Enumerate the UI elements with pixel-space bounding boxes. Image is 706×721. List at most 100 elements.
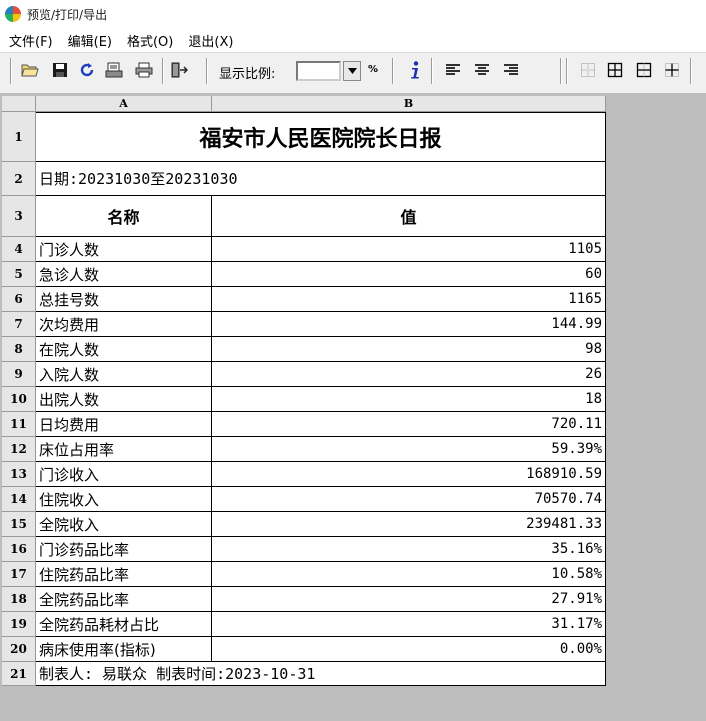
align-center-icon (475, 64, 489, 75)
toolbar-separator (392, 58, 394, 84)
report-title: 福安市人民医院院长日报 (36, 112, 606, 162)
exit-door-icon (171, 62, 188, 78)
zoom-input[interactable] (296, 61, 341, 81)
refresh-icon (80, 63, 94, 77)
row-header[interactable]: 9 (2, 362, 36, 387)
row-name-cell: 床位占用率 (36, 437, 212, 462)
row-name-cell: 门诊药品比率 (36, 537, 212, 562)
align-right-icon (504, 64, 518, 75)
row-header[interactable]: 18 (2, 587, 36, 612)
preview-workspace: A B 1 福安市人民医院院长日报 2 日期:20231030至20231030… (0, 94, 706, 721)
row-header[interactable]: 10 (2, 387, 36, 412)
save-icon (53, 63, 67, 77)
menu-format[interactable]: 格式(O) (122, 31, 178, 50)
row-value-cell: 10.58% (212, 562, 606, 587)
row-header[interactable]: 7 (2, 312, 36, 337)
refresh-button[interactable] (77, 60, 97, 80)
column-header-a[interactable]: A (36, 96, 212, 112)
row-name-cell: 门诊人数 (36, 237, 212, 262)
row-name-cell: 全院收入 (36, 512, 212, 537)
open-folder-icon (21, 64, 39, 77)
window-title: 预览/打印/导出 (27, 7, 108, 22)
row-name-cell: 入院人数 (36, 362, 212, 387)
row-value-cell: 1165 (212, 287, 606, 312)
row-header[interactable]: 1 (2, 112, 36, 162)
row-name-cell: 出院人数 (36, 387, 212, 412)
row-value-cell: 1105 (212, 237, 606, 262)
row-value-cell: 26 (212, 362, 606, 387)
outer-border-button[interactable] (634, 60, 654, 80)
chevron-down-icon (347, 68, 357, 74)
row-value-cell: 35.16% (212, 537, 606, 562)
row-name-cell: 日均费用 (36, 412, 212, 437)
row-header[interactable]: 15 (2, 512, 36, 537)
zoom-unit: % (368, 64, 379, 75)
app-icon (5, 6, 21, 22)
row-header[interactable]: 20 (2, 637, 36, 662)
row-value-cell: 0.00% (212, 637, 606, 662)
align-center-button[interactable] (472, 60, 492, 80)
row-name-cell: 住院药品比率 (36, 562, 212, 587)
row-header[interactable]: 2 (2, 162, 36, 196)
row-header[interactable]: 19 (2, 612, 36, 637)
row-name-cell: 全院药品耗材占比 (36, 612, 212, 637)
info-icon (411, 61, 419, 79)
row-header[interactable]: 5 (2, 262, 36, 287)
row-name-cell: 总挂号数 (36, 287, 212, 312)
info-button[interactable] (405, 60, 425, 80)
row-header[interactable]: 16 (2, 537, 36, 562)
row-header[interactable]: 17 (2, 562, 36, 587)
row-name-cell: 门诊收入 (36, 462, 212, 487)
row-value-cell: 18 (212, 387, 606, 412)
toolbar-separator (431, 58, 433, 84)
title-bar: 预览/打印/导出 (0, 0, 706, 28)
row-value-cell: 27.91% (212, 587, 606, 612)
header-name: 名称 (36, 196, 212, 237)
save-button[interactable] (50, 60, 70, 80)
print-button[interactable] (134, 60, 154, 80)
toolbar-separator (690, 58, 692, 84)
all-borders-button[interactable] (605, 60, 625, 80)
row-header[interactable]: 11 (2, 412, 36, 437)
row-header[interactable]: 21 (2, 662, 36, 686)
toolbar-separator (10, 58, 12, 84)
row-value-cell: 98 (212, 337, 606, 362)
sheet-corner[interactable] (2, 96, 36, 112)
row-name-cell: 急诊人数 (36, 262, 212, 287)
column-header-b[interactable]: B (212, 96, 606, 112)
row-value-cell: 70570.74 (212, 487, 606, 512)
align-left-button[interactable] (443, 60, 463, 80)
row-header[interactable]: 12 (2, 437, 36, 462)
printer-icon (135, 62, 153, 78)
no-border-icon (581, 63, 595, 77)
menu-file[interactable]: 文件(F) (4, 31, 58, 50)
exit-button[interactable] (169, 60, 189, 80)
report-footer: 制表人: 易联众 制表时间:2023-10-31 (36, 662, 606, 686)
toolbar-separator (162, 58, 164, 84)
row-value-cell: 144.99 (212, 312, 606, 337)
row-header[interactable]: 13 (2, 462, 36, 487)
row-header[interactable]: 3 (2, 196, 36, 237)
menu-exit[interactable]: 退出(X) (183, 31, 238, 50)
row-header[interactable]: 8 (2, 337, 36, 362)
row-value-cell: 59.39% (212, 437, 606, 462)
zoom-dropdown-button[interactable] (343, 61, 361, 81)
menu-bar: 文件(F) 编辑(E) 格式(O) 退出(X) (0, 28, 706, 52)
report-sheet: A B 1 福安市人民医院院长日报 2 日期:20231030至20231030… (2, 96, 606, 686)
header-value: 值 (212, 196, 606, 237)
row-header[interactable]: 4 (2, 237, 36, 262)
menu-edit[interactable]: 编辑(E) (63, 31, 117, 50)
row-header[interactable]: 14 (2, 487, 36, 512)
toolbar-separator (206, 58, 208, 84)
open-folder-button[interactable] (20, 60, 40, 80)
page-setup-button[interactable] (104, 60, 124, 80)
row-name-cell: 次均费用 (36, 312, 212, 337)
inner-border-button[interactable] (662, 60, 682, 80)
align-right-button[interactable] (501, 60, 521, 80)
row-name-cell: 在院人数 (36, 337, 212, 362)
no-border-button[interactable] (578, 60, 598, 80)
row-header[interactable]: 6 (2, 287, 36, 312)
report-date: 日期:20231030至20231030 (36, 162, 606, 196)
row-value-cell: 720.11 (212, 412, 606, 437)
zoom-label: 显示比例: (219, 67, 276, 82)
